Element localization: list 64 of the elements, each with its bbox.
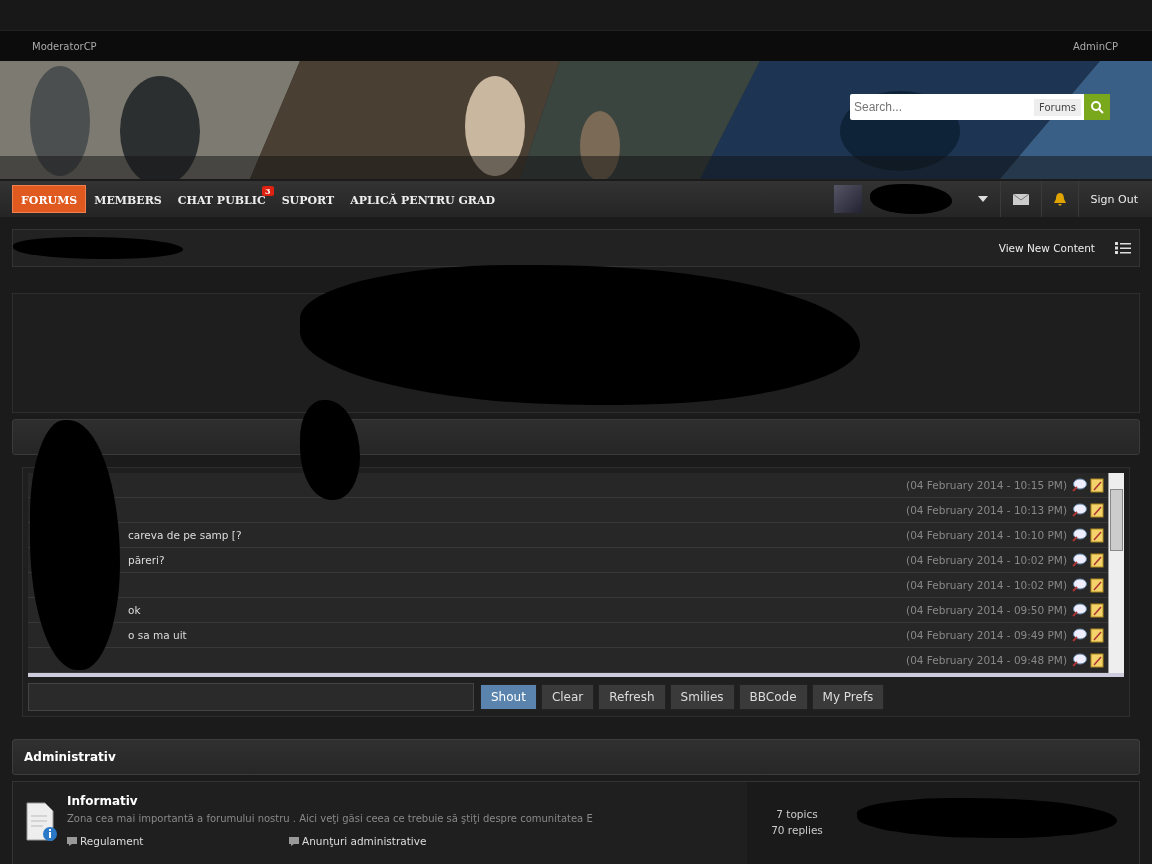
note-icon[interactable] [1090, 627, 1104, 643]
caret-icon[interactable] [977, 196, 988, 202]
forum-description: Zona cea mai importantă a forumului nostru . Aici veţi găsi ceea ce trebuie să ştiţi despre comunitatea E [67, 813, 594, 824]
shout-message: ok [128, 604, 141, 616]
shout-time: (04 February 2014 - 10:02 PM) [906, 579, 1067, 591]
topic-count: 7 topics [776, 808, 818, 820]
list-icon[interactable] [1115, 242, 1131, 254]
admin-link[interactable]: AdminCP [1073, 40, 1118, 52]
nav-tab[interactable]: SUPORT [273, 186, 343, 212]
speech-bubble-icon[interactable] [1072, 553, 1087, 567]
shout-action-button[interactable]: Clear [540, 684, 595, 710]
speech-bubble-icon[interactable] [1072, 603, 1087, 617]
shout-time: (04 February 2014 - 10:10 PM) [906, 529, 1067, 541]
shout-time: (04 February 2014 - 10:13 PM) [906, 504, 1067, 516]
shout-message: păreri? [128, 554, 165, 566]
shout-action-button[interactable]: Shout [480, 684, 537, 710]
search-field[interactable]: Search... Forums [850, 94, 1110, 120]
shout-action-button[interactable]: BBCode [738, 684, 808, 710]
note-icon[interactable] [1090, 502, 1104, 518]
note-icon[interactable] [1090, 577, 1104, 593]
shout-time: (04 February 2014 - 10:15 PM) [906, 479, 1067, 491]
speech-bubble-icon [67, 836, 77, 846]
speech-bubble-icon[interactable] [1072, 478, 1087, 492]
shout-time: (04 February 2014 - 09:49 PM) [906, 629, 1067, 641]
shout-action-button[interactable]: Refresh [598, 684, 666, 710]
note-icon[interactable] [1090, 602, 1104, 618]
notification-badge: 3 [262, 186, 274, 196]
envelope-icon[interactable] [1012, 193, 1029, 205]
note-icon[interactable] [1090, 477, 1104, 493]
nav-tab[interactable]: CHAT PUBLIC 3 [169, 186, 274, 212]
shout-action-button[interactable]: My Prefs [811, 684, 885, 710]
speech-bubble-icon[interactable] [1072, 528, 1087, 542]
shout-time: (04 February 2014 - 09:48 PM) [906, 654, 1067, 666]
shout-message: careva de pe samp [? [128, 529, 242, 541]
view-new-content-link[interactable]: View New Content [998, 242, 1095, 254]
shout-action-button[interactable]: Smilies [669, 684, 735, 710]
search-button[interactable] [1084, 94, 1110, 120]
bell-icon[interactable] [1053, 192, 1066, 206]
moderator-link[interactable]: ModeratorCP [32, 40, 97, 52]
nav-tab[interactable]: APLICĂ PENTRU GRAD [342, 186, 504, 212]
category-title: Administrativ [24, 750, 116, 764]
speech-bubble-icon[interactable] [1072, 503, 1087, 517]
search-icon [1090, 100, 1104, 114]
shout-time: (04 February 2014 - 09:50 PM) [906, 604, 1067, 616]
shout-message: o sa ma uit [128, 629, 187, 641]
reply-count: 70 replies [771, 824, 823, 836]
search-scope-button[interactable]: Forums [1034, 98, 1081, 116]
scrollbar[interactable] [1108, 473, 1124, 673]
forum-title-link[interactable]: Informativ [67, 794, 747, 808]
subforum-link[interactable]: Regulament [67, 835, 289, 847]
sign-out-link[interactable]: Sign Out [1078, 192, 1140, 206]
note-icon[interactable] [1090, 527, 1104, 543]
nav-tab[interactable]: FORUMS [12, 185, 87, 213]
speech-bubble-icon [289, 836, 299, 846]
speech-bubble-icon[interactable] [1072, 628, 1087, 642]
shout-time: (04 February 2014 - 10:02 PM) [906, 554, 1067, 566]
note-icon[interactable] [1090, 652, 1104, 668]
document-info-icon [25, 802, 59, 842]
note-icon[interactable] [1090, 552, 1104, 568]
nav-tab[interactable]: MEMBERS [86, 186, 170, 212]
subforum-link[interactable]: Anunţuri administrative [289, 835, 511, 847]
speech-bubble-icon[interactable] [1072, 578, 1087, 592]
speech-bubble-icon[interactable] [1072, 653, 1087, 667]
shout-input[interactable] [28, 683, 474, 711]
